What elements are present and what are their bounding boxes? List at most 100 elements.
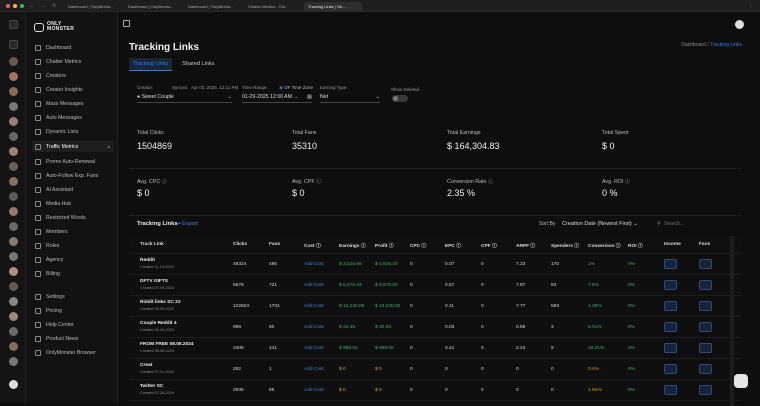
sidebar-item-pricing[interactable]: Pricing: [32, 305, 114, 316]
creator-avatar[interactable]: [9, 357, 18, 366]
col-earnings[interactable]: Earnings ⓘ: [339, 242, 366, 249]
maximize-window-dot[interactable]: [20, 4, 24, 8]
fans-chart-button[interactable]: [699, 364, 712, 374]
show-deleted-toggle[interactable]: [392, 95, 408, 102]
search-input[interactable]: [664, 219, 734, 228]
account-avatar[interactable]: [735, 20, 744, 29]
sidebar-item-dynamic-lists[interactable]: Dynamic Lists: [32, 126, 114, 137]
col-conversion[interactable]: Conversion ⓘ: [588, 242, 621, 249]
col-fans[interactable]: Fans: [269, 242, 280, 247]
creator-avatar[interactable]: [9, 222, 18, 231]
tab-shared-links[interactable]: Shared Links: [178, 58, 218, 71]
info-icon[interactable]: ⓘ: [625, 179, 630, 185]
creator-avatar[interactable]: [9, 237, 18, 246]
col-spenders[interactable]: Spenders ⓘ: [551, 242, 579, 249]
creator-avatar[interactable]: [9, 177, 18, 186]
sidebar-item-help-center[interactable]: Help Center: [32, 319, 114, 330]
sidebar-item-settings[interactable]: Settings: [32, 291, 114, 302]
creator-avatar[interactable]: [9, 72, 18, 81]
income-chart-button[interactable]: [664, 280, 677, 290]
cell-cost[interactable]: Add Cost: [304, 346, 324, 351]
minimize-window-dot[interactable]: [13, 4, 17, 8]
sidebar-item-media-hub[interactable]: Media Hub: [32, 198, 114, 209]
fans-chart-button[interactable]: [699, 301, 712, 311]
info-icon[interactable]: ⓘ: [316, 179, 321, 185]
creator-avatar[interactable]: [9, 252, 18, 261]
track-link-name[interactable]: Creat: [140, 363, 152, 368]
browser-tab[interactable]: Dashboard | OnlyMonst...: [124, 2, 182, 11]
sidebar-item-restricted-words[interactable]: Restricted Words: [32, 212, 114, 223]
creator-avatar[interactable]: [9, 207, 18, 216]
col-clicks[interactable]: Clicks: [233, 242, 247, 247]
cell-cost[interactable]: Add Cost: [304, 262, 324, 267]
reload-icon[interactable]: ↻: [52, 3, 56, 9]
col-fans-chart[interactable]: Fans: [699, 242, 710, 247]
fans-chart-button[interactable]: [699, 385, 712, 395]
sidebar-toggle-icon[interactable]: [123, 20, 130, 27]
creator-avatar[interactable]: [9, 132, 18, 141]
sidebar-item-mass-messages[interactable]: Mass Messages: [32, 98, 114, 109]
sidebar-item-chatter-metrics[interactable]: Chatter Metrics: [32, 56, 114, 67]
browser-tab[interactable]: Dashboard | OnlyMonst...: [64, 2, 122, 11]
sort-select[interactable]: Creation Date (Newest First) ⌄: [562, 221, 638, 227]
creator-avatar[interactable]: [9, 57, 18, 66]
user-avatar[interactable]: [9, 380, 18, 389]
sidebar-item-promo-auto-renewal[interactable]: Promo Auto-Renewal: [32, 156, 114, 167]
sidebar-item-dashboard[interactable]: Dashboard: [32, 42, 114, 53]
income-chart-button[interactable]: [664, 322, 677, 332]
col-roi[interactable]: ROI ⓘ: [628, 242, 643, 249]
sidebar-item-ai-assistant[interactable]: AI Assistant: [32, 184, 114, 195]
sidebar-item-creator-insights[interactable]: Creator Insights: [32, 84, 114, 95]
tab-tracking-links[interactable]: Tracking Links: [129, 58, 173, 71]
cell-cost[interactable]: Add Cost: [304, 367, 324, 372]
track-link-name[interactable]: Couple Reddit 4: [140, 321, 177, 326]
time-range-input[interactable]: 01-29-2025 12:00 AM → ▤: [242, 94, 312, 103]
creator-avatar[interactable]: [9, 117, 18, 126]
cell-cost[interactable]: Add Cost: [304, 388, 324, 393]
creator-avatar[interactable]: [9, 282, 18, 291]
breadcrumb-root[interactable]: Dashboard: [681, 42, 705, 48]
col-income[interactable]: Income: [664, 242, 681, 247]
browser-tab[interactable]: Dashboard | OnlyMonst...: [184, 2, 242, 11]
tz-checkbox[interactable]: ◉ OF Time Zone: [279, 85, 313, 91]
info-icon[interactable]: ⓘ: [488, 179, 493, 185]
sidebar-item-auto-follow[interactable]: Auto-Follow Exp. Fans: [32, 170, 114, 181]
creator-avatar[interactable]: [9, 327, 18, 336]
app-logo-icon[interactable]: [9, 20, 18, 29]
table-row[interactable]: DFTV GIFTS Created 07-09-2024 5676 721 Add C…: [129, 275, 741, 296]
creator-avatar[interactable]: [9, 162, 18, 171]
sidebar-item-auto-messages[interactable]: Auto Messages: [32, 112, 114, 123]
sidebar-item-members[interactable]: Members: [32, 226, 114, 237]
sidebar-item-product-news[interactable]: Product News: [32, 333, 114, 344]
col-track-link[interactable]: Track Link: [140, 242, 164, 247]
col-arpf[interactable]: ARPF ⓘ: [516, 242, 535, 249]
track-link-name[interactable]: Reddit: [140, 258, 155, 263]
sidebar-item-roles[interactable]: Roles: [32, 240, 114, 251]
income-chart-button[interactable]: [664, 385, 677, 395]
sidebar-item-creators[interactable]: Creators: [32, 70, 114, 81]
table-row[interactable]: Reddit Created 11-13-2024 49324 495 Add Cost…: [129, 254, 741, 275]
window-controls[interactable]: [6, 4, 24, 8]
table-row[interactable]: FROM FREE 08.05.2024 Created 05-08-2024 24…: [129, 338, 741, 359]
creator-avatar[interactable]: [9, 342, 18, 351]
col-cpc[interactable]: CPC ⓘ: [410, 242, 426, 249]
cell-cost[interactable]: Add Cost: [304, 283, 324, 288]
table-row[interactable]: Riddit links SC 22 Created 06-09-2024 1229…: [129, 296, 741, 317]
cell-cost[interactable]: Add Cost: [304, 325, 324, 330]
track-link-name[interactable]: FROM FREE 08.05.2024: [140, 342, 194, 347]
income-chart-button[interactable]: [664, 343, 677, 353]
export-button[interactable]: ⇥ Export: [176, 221, 198, 227]
col-cpf[interactable]: CPF ⓘ: [481, 242, 497, 249]
creator-avatar[interactable]: [9, 312, 18, 321]
creator-avatar[interactable]: [9, 192, 18, 201]
creator-avatar[interactable]: [9, 267, 18, 276]
table-row[interactable]: Twitter SC Created 07-28-2024 2935 56 Add Co…: [129, 380, 741, 401]
track-link-name[interactable]: Twitter SC: [140, 384, 163, 389]
creator-avatar[interactable]: [9, 102, 18, 111]
forward-icon[interactable]: →: [40, 3, 45, 9]
earning-type-select[interactable]: Net ⌄: [320, 94, 380, 103]
cell-cost[interactable]: Add Cost: [304, 304, 324, 309]
info-icon[interactable]: ⓘ: [162, 179, 167, 185]
sidebar-item-onlymonster-browser[interactable]: OnlyMonster Browser: [32, 347, 114, 358]
creator-select[interactable]: ● Sweet Couple ⌄: [137, 94, 232, 103]
